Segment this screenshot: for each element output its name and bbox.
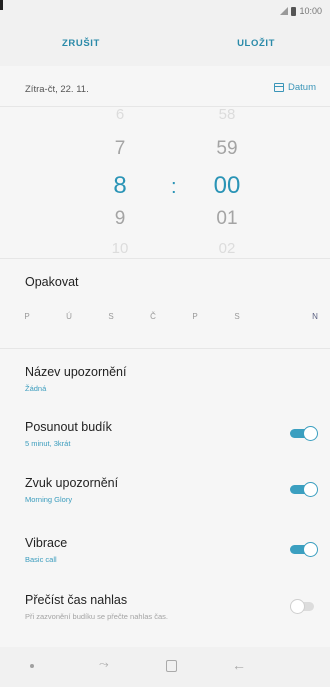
- day-toggle-wednesday[interactable]: S: [103, 312, 119, 321]
- back-icon[interactable]: ←: [232, 657, 246, 673]
- repeat-days: P Ú S Č P S N: [0, 312, 330, 332]
- setting-snooze[interactable]: Posunout budík 5 minut, 3krát: [0, 420, 330, 468]
- toggle-knob: [303, 542, 318, 557]
- setting-subtitle: Při zazvonění budíku se přečte nahlas ča…: [25, 612, 168, 621]
- home-icon[interactable]: [166, 660, 177, 672]
- toggle-knob: [303, 426, 318, 441]
- status-time: 10:00: [299, 6, 322, 16]
- time-separator: :: [171, 176, 177, 198]
- repeat-title: Opakovat: [25, 275, 79, 289]
- setting-subtitle: Morning Glory: [25, 495, 73, 504]
- toggle-knob: [290, 599, 305, 614]
- setting-vibration[interactable]: Vibrace Basic call: [0, 536, 330, 584]
- setting-subtitle: 5 minut, 3krát: [25, 439, 71, 448]
- setting-title: Zvuk upozornění: [25, 476, 119, 490]
- minute-option[interactable]: 58: [197, 106, 257, 123]
- action-bar: ZRUŠIT ULOŽIT: [0, 26, 330, 66]
- day-toggle-saturday[interactable]: S: [229, 312, 245, 321]
- day-toggle-tuesday[interactable]: Ú: [61, 312, 77, 321]
- nav-dot-icon[interactable]: [30, 664, 34, 668]
- status-icons: 10:00: [280, 6, 322, 16]
- divider: [0, 348, 330, 349]
- minute-option[interactable]: 59: [197, 138, 257, 160]
- hour-option[interactable]: 6: [90, 106, 150, 123]
- battery-icon: [291, 6, 297, 16]
- day-toggle-thursday[interactable]: Č: [145, 312, 161, 321]
- corner-mark: [0, 0, 3, 10]
- recent-apps-icon[interactable]: ⤳: [99, 657, 109, 672]
- selected-minute[interactable]: 00: [197, 172, 257, 200]
- setting-title: Název upozornění: [25, 365, 127, 379]
- hour-option[interactable]: 10: [90, 240, 150, 257]
- day-toggle-monday[interactable]: P: [19, 312, 35, 321]
- snooze-toggle[interactable]: [290, 426, 318, 441]
- time-picker: 6 7 8 9 10 : 58 59 00 01 02: [0, 106, 330, 258]
- read-time-aloud-toggle[interactable]: [290, 599, 318, 614]
- hour-option[interactable]: 7: [90, 138, 150, 160]
- setting-title: Vibrace: [25, 536, 68, 550]
- divider: [0, 258, 330, 259]
- hour-option[interactable]: 9: [90, 208, 150, 230]
- setting-subtitle: Basic call: [25, 555, 57, 564]
- setting-title: Posunout budík: [25, 420, 112, 434]
- vibration-toggle[interactable]: [290, 542, 318, 557]
- minute-option[interactable]: 02: [197, 240, 257, 257]
- day-toggle-friday[interactable]: P: [187, 312, 203, 321]
- alarm-sound-toggle[interactable]: [290, 482, 318, 497]
- divider: [0, 106, 330, 107]
- setting-read-time-aloud[interactable]: Přečíst čas nahlas Při zazvonění budíku …: [0, 593, 330, 641]
- date-row: Zítra-čt, 22. 11. Datum: [0, 72, 330, 106]
- day-toggle-sunday[interactable]: N: [307, 312, 323, 321]
- selected-hour[interactable]: 8: [90, 172, 150, 200]
- setting-alarm-name[interactable]: Název upozornění Žádná: [0, 365, 330, 413]
- navigation-bar: ⤳ ←: [0, 647, 330, 687]
- date-button-label: Datum: [288, 82, 316, 93]
- cancel-button[interactable]: ZRUŠIT: [62, 38, 100, 49]
- calendar-icon: [274, 83, 285, 92]
- save-button[interactable]: ULOŽIT: [237, 38, 275, 49]
- date-button[interactable]: Datum: [274, 82, 316, 93]
- minute-option[interactable]: 01: [197, 208, 257, 230]
- setting-alarm-sound[interactable]: Zvuk upozornění Morning Glory: [0, 476, 330, 524]
- setting-subtitle: Žádná: [25, 384, 47, 393]
- signal-icon: [280, 7, 289, 15]
- alarm-date: Zítra-čt, 22. 11.: [25, 84, 89, 95]
- setting-title: Přečíst čas nahlas: [25, 593, 128, 607]
- toggle-knob: [303, 482, 318, 497]
- status-bar: 10:00: [0, 0, 330, 26]
